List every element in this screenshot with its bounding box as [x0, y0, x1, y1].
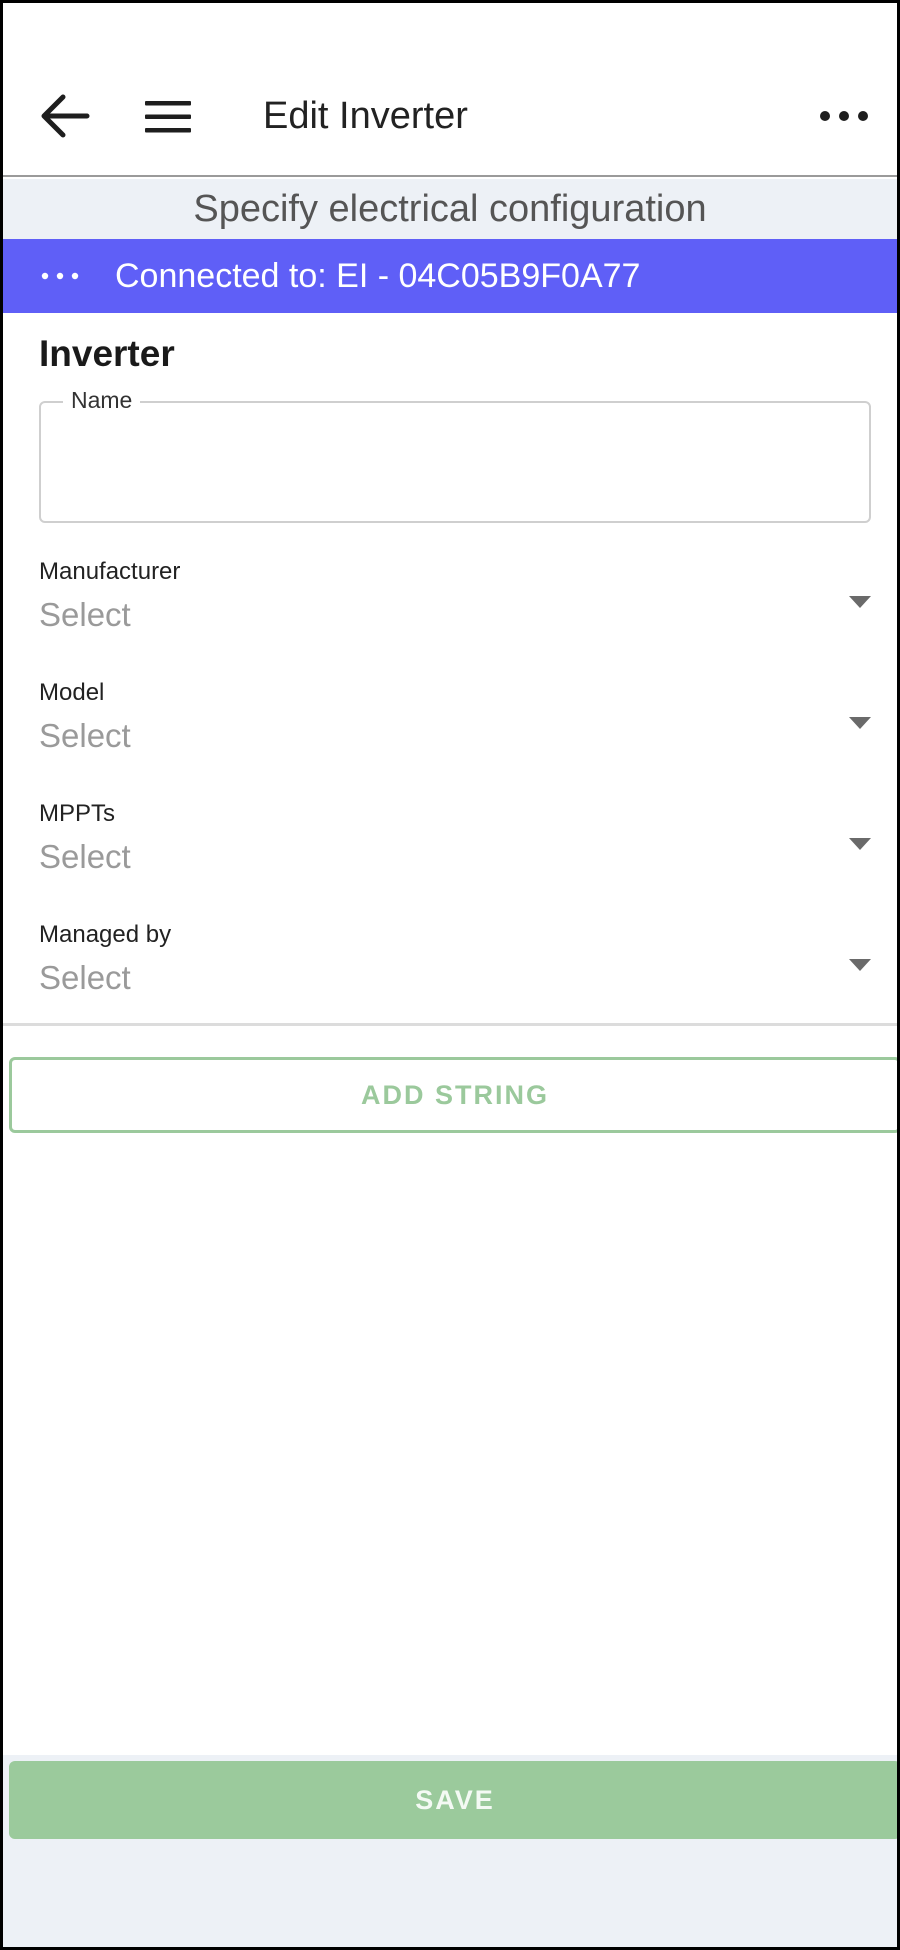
section-title: Inverter [39, 333, 175, 374]
step-banner: Specify electrical configuration [3, 179, 897, 239]
connection-status-text: Connected to: EI - 04C05B9F0A77 [115, 257, 641, 295]
mppts-value: Select [39, 838, 131, 875]
more-horizontal-icon[interactable] [819, 103, 869, 129]
managed-by-select[interactable]: Managed by Select [39, 921, 871, 1031]
manufacturer-value: Select [39, 596, 131, 633]
manufacturer-select[interactable]: Manufacturer Select [39, 558, 871, 668]
managed-by-value: Select [39, 959, 131, 996]
model-value: Select [39, 717, 131, 754]
chevron-down-icon[interactable] [849, 717, 871, 729]
app-screen: Edit Inverter Specify electrical configu… [0, 0, 900, 1950]
connection-dots-icon [41, 272, 79, 280]
top-app-bar: Edit Inverter [3, 3, 897, 177]
name-field-label: Name [63, 387, 141, 414]
mppts-select[interactable]: MPPTs Select [39, 800, 871, 910]
page-title: Edit Inverter [263, 95, 468, 137]
connection-banner[interactable]: Connected to: EI - 04C05B9F0A77 [3, 239, 897, 313]
add-string-button[interactable]: ADD STRING [9, 1057, 897, 1133]
chevron-down-icon[interactable] [849, 959, 871, 971]
save-button[interactable]: SAVE [9, 1761, 897, 1839]
chevron-down-icon[interactable] [849, 838, 871, 850]
name-field[interactable]: Name [39, 387, 871, 523]
manufacturer-label: Manufacturer [39, 558, 181, 585]
section-divider [3, 1023, 897, 1026]
mppts-label: MPPTs [39, 800, 116, 827]
arrow-left-icon[interactable] [39, 93, 91, 139]
name-input[interactable] [61, 433, 851, 493]
managed-by-label: Managed by [39, 921, 172, 948]
chevron-down-icon[interactable] [849, 596, 871, 608]
model-select[interactable]: Model Select [39, 679, 871, 789]
hamburger-menu-icon[interactable] [143, 99, 195, 135]
model-label: Model [39, 679, 105, 706]
